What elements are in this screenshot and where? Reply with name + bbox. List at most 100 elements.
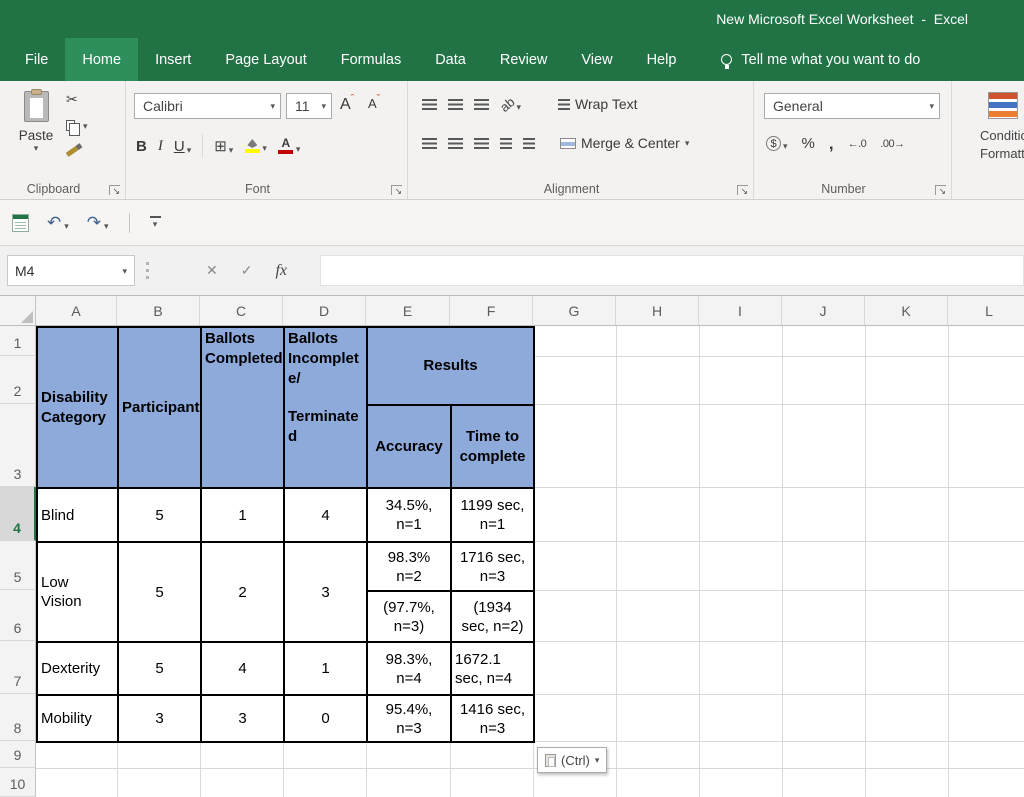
italic-button[interactable]: I xyxy=(158,138,163,155)
cell-A4-category[interactable]: Blind xyxy=(37,488,118,542)
cancel-icon[interactable]: ✕ xyxy=(206,262,218,279)
row-header-9[interactable]: 9 xyxy=(0,741,36,768)
cell-B7-participants[interactable]: 5 xyxy=(118,642,201,695)
number-format-combobox[interactable]: General ▾ xyxy=(764,93,940,119)
font-size-combobox[interactable]: 11 ▾ xyxy=(286,93,332,119)
column-header-C[interactable]: C xyxy=(200,296,283,325)
cell-C4-completed[interactable]: 1 xyxy=(201,488,284,542)
tab-insert[interactable]: Insert xyxy=(138,38,208,81)
cell-E4-accuracy[interactable]: 34.5%, n=1 xyxy=(367,488,451,542)
cell-A1-disability-category[interactable]: Disability Category xyxy=(37,327,118,488)
font-color-button[interactable]: A ▾ xyxy=(278,138,301,154)
format-painter-button[interactable] xyxy=(66,143,88,160)
tell-me-box[interactable]: Tell me what you want to do xyxy=(721,38,920,81)
font-name-combobox[interactable]: Calibri ▾ xyxy=(134,93,281,119)
cell-F3-time-to-complete[interactable]: Time to complete xyxy=(451,405,534,488)
tab-review[interactable]: Review xyxy=(483,38,565,81)
clipboard-dialog-launcher[interactable]: ↘ xyxy=(109,185,120,195)
comma-style-button[interactable]: , xyxy=(829,139,834,149)
column-header-E[interactable]: E xyxy=(366,296,450,325)
cell-E1-results[interactable]: Results xyxy=(367,327,534,405)
number-format-dropdown-icon[interactable]: ▾ xyxy=(929,101,934,111)
paste-dropdown-icon[interactable]: ▾ xyxy=(34,143,39,153)
tab-page-layout[interactable]: Page Layout xyxy=(208,38,323,81)
alignment-dialog-launcher[interactable]: ↘ xyxy=(737,185,748,195)
cell-E8-accuracy[interactable]: 95.4%, n=3 xyxy=(367,695,451,742)
cell-C1-ballots-completed[interactable]: Ballots Completed xyxy=(201,327,284,488)
align-right-icon[interactable] xyxy=(474,138,489,149)
row-header-10[interactable]: 10 xyxy=(0,768,36,797)
column-header-H[interactable]: H xyxy=(616,296,699,325)
tab-help[interactable]: Help xyxy=(630,38,694,81)
wrap-text-button[interactable]: Wrap Text xyxy=(558,96,638,112)
column-header-G[interactable]: G xyxy=(533,296,616,325)
cell-D4-incomplete[interactable]: 4 xyxy=(284,488,367,542)
merge-center-button[interactable]: Merge & Center▾ xyxy=(560,135,689,151)
cell-B8-participants[interactable]: 3 xyxy=(118,695,201,742)
paste-button[interactable]: Paste ▾ xyxy=(10,89,62,179)
column-header-F[interactable]: F xyxy=(450,296,533,325)
align-bottom-icon[interactable] xyxy=(474,99,489,110)
cell-E5-accuracy[interactable]: 98.3% n=2 xyxy=(367,542,451,591)
decrease-indent-button[interactable] xyxy=(500,138,512,149)
name-box[interactable]: M4 ▾ xyxy=(7,255,135,286)
underline-button[interactable]: U▾ xyxy=(174,138,191,155)
column-header-B[interactable]: B xyxy=(117,296,200,325)
column-header-K[interactable]: K xyxy=(865,296,948,325)
enter-icon[interactable]: ✓ xyxy=(241,262,253,279)
row-header-8[interactable]: 8 xyxy=(0,694,36,741)
tab-formulas[interactable]: Formulas xyxy=(324,38,418,81)
conditional-formatting-icon[interactable] xyxy=(988,92,1018,119)
paste-options-button[interactable]: (Ctrl) ▾ xyxy=(537,747,607,773)
align-center-icon[interactable] xyxy=(448,138,463,149)
select-all-button[interactable] xyxy=(0,296,36,325)
cell-A7-category[interactable]: Dexterity xyxy=(37,642,118,695)
align-top-icon[interactable] xyxy=(422,99,437,110)
cell-F4-time[interactable]: 1199 sec, n=1 xyxy=(451,488,534,542)
conditional-formatting-button[interactable]: Conditional Formatting xyxy=(980,127,1024,163)
orientation-button[interactable]: ab▾ xyxy=(500,97,521,112)
bold-button[interactable]: B xyxy=(136,138,147,155)
cell-F7-time[interactable]: 1672.1 sec, n=4 xyxy=(451,642,534,695)
customize-quick-access-button[interactable]: ▾ xyxy=(150,216,161,229)
cell-F6-time[interactable]: (1934 sec, n=2) xyxy=(451,591,534,642)
workbook-icon[interactable] xyxy=(12,214,29,232)
font-size-dropdown-icon[interactable]: ▾ xyxy=(321,101,326,111)
cell-D7-incomplete[interactable]: 1 xyxy=(284,642,367,695)
font-name-dropdown-icon[interactable]: ▾ xyxy=(270,101,275,111)
column-header-A[interactable]: A xyxy=(36,296,117,325)
cell-F5-time[interactable]: 1716 sec, n=3 xyxy=(451,542,534,591)
tab-data[interactable]: Data xyxy=(418,38,483,81)
row-header-7[interactable]: 7 xyxy=(0,641,36,694)
cell-D5-incomplete[interactable]: 3 xyxy=(284,542,367,642)
column-header-D[interactable]: D xyxy=(283,296,366,325)
cell-B5-participants[interactable]: 5 xyxy=(118,542,201,642)
cut-button[interactable]: ✂ xyxy=(66,91,88,108)
column-header-L[interactable]: L xyxy=(948,296,1024,325)
increase-indent-button[interactable] xyxy=(523,138,535,149)
cell-B4-participants[interactable]: 5 xyxy=(118,488,201,542)
name-box-dropdown-icon[interactable]: ▾ xyxy=(122,266,127,276)
cell-B1-participants[interactable]: Participants xyxy=(118,327,201,488)
cell-E6-accuracy[interactable]: (97.7%, n=3) xyxy=(367,591,451,642)
font-dialog-launcher[interactable]: ↘ xyxy=(391,185,402,195)
cell-A8-category[interactable]: Mobility xyxy=(37,695,118,742)
copy-button[interactable]: ▾ xyxy=(66,117,88,134)
shrink-font-button[interactable]: Aˇ xyxy=(368,96,380,111)
percent-style-button[interactable]: % xyxy=(802,135,815,152)
cell-D8-incomplete[interactable]: 0 xyxy=(284,695,367,742)
tab-home[interactable]: Home xyxy=(65,38,138,81)
column-header-J[interactable]: J xyxy=(782,296,865,325)
tab-file[interactable]: File xyxy=(8,38,65,81)
cell-C7-completed[interactable]: 4 xyxy=(201,642,284,695)
row-header-4[interactable]: 4 xyxy=(0,487,36,541)
accounting-format-button[interactable]: $▾ xyxy=(766,136,788,151)
cell-D1-ballots-incomplete[interactable]: Ballots Incomplete/ Terminated xyxy=(284,327,367,488)
row-header-3[interactable]: 3 xyxy=(0,404,36,487)
redo-button[interactable]: ↷▾ xyxy=(87,215,109,231)
grow-font-button[interactable]: Aˆ xyxy=(340,96,354,114)
increase-decimal-button[interactable]: ←.0 xyxy=(848,138,867,150)
fill-color-button[interactable]: ▾ xyxy=(244,139,267,153)
paste-options-dropdown-icon[interactable]: ▾ xyxy=(595,755,600,765)
insert-function-icon[interactable]: fx xyxy=(275,262,287,280)
